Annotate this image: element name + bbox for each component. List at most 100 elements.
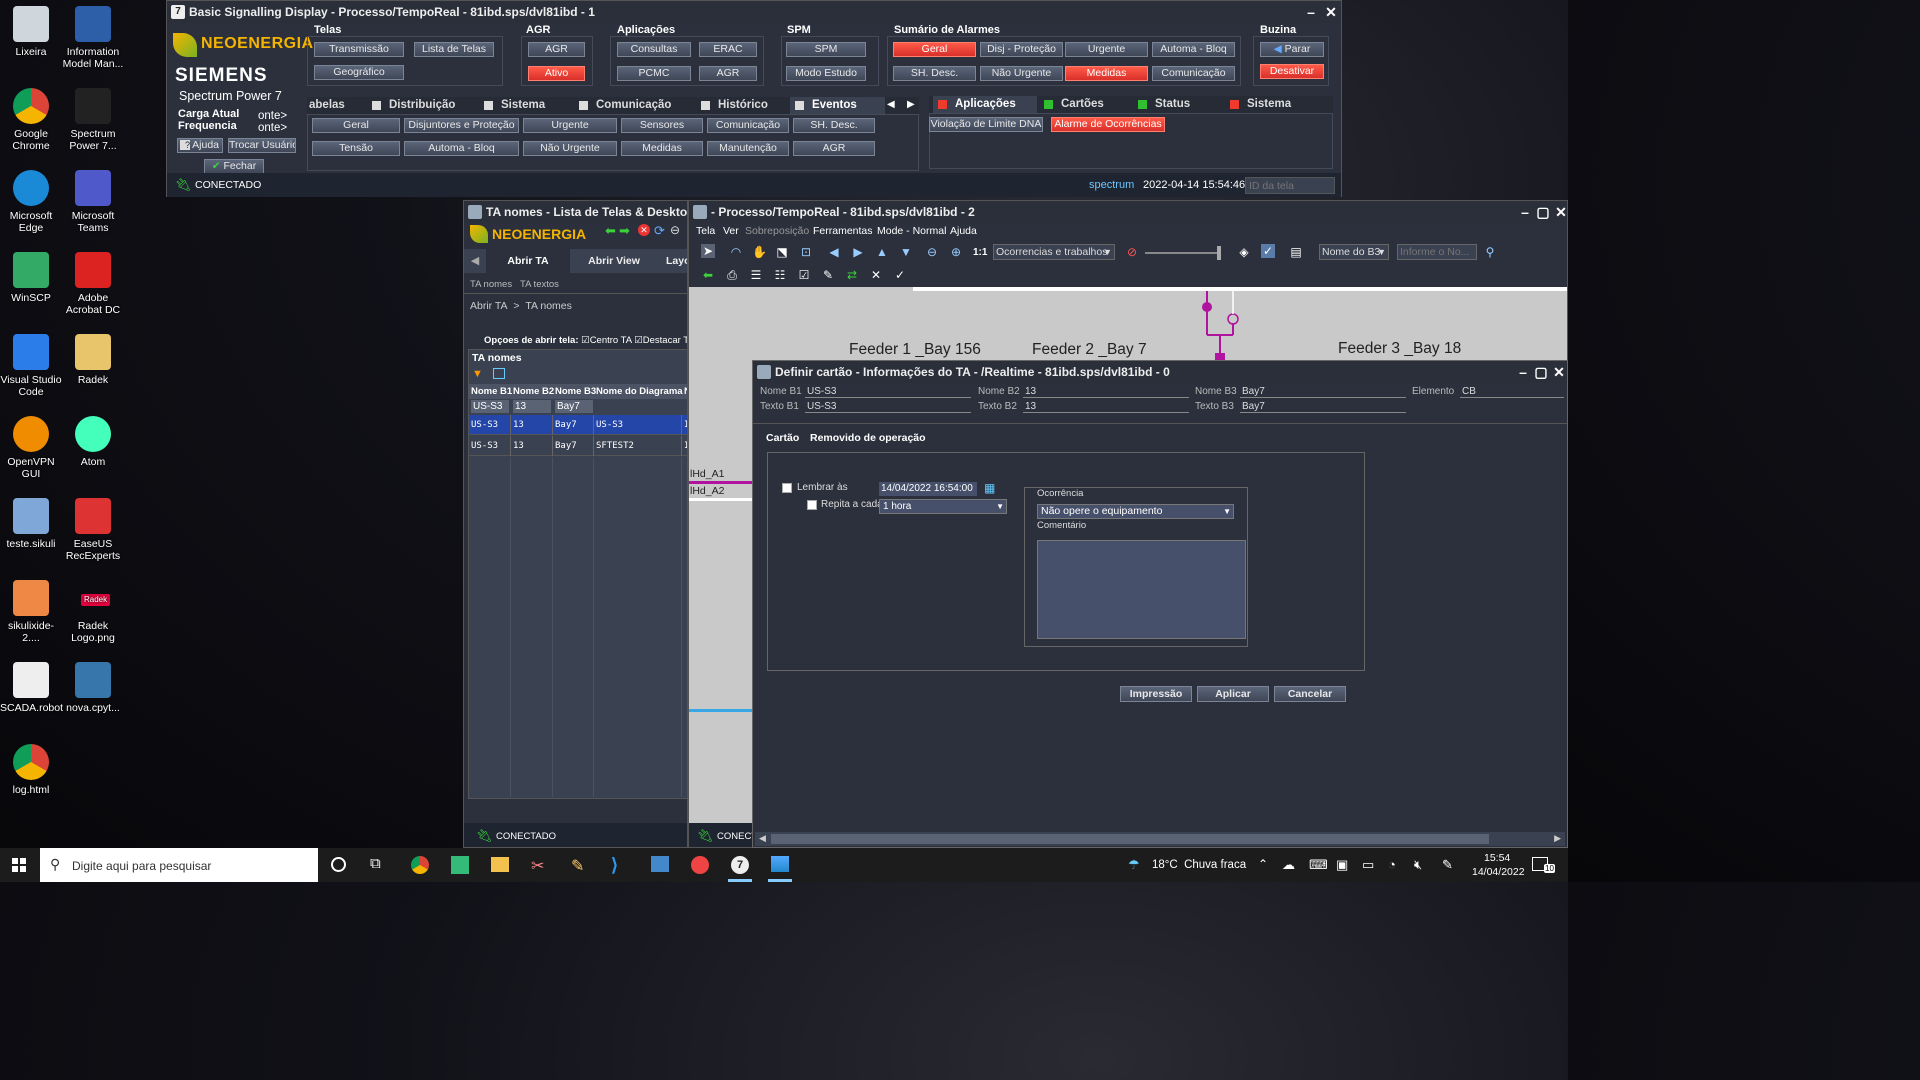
evt-medidas-button[interactable]: Medidas — [621, 141, 703, 156]
ajuda-button[interactable]: ? Ajuda — [177, 138, 223, 153]
alarm-comunicacao-button[interactable]: Comunicação — [1152, 66, 1235, 81]
aplicar-button[interactable]: Aplicar — [1197, 686, 1269, 702]
delete-x-icon[interactable]: ✕ — [869, 268, 883, 282]
telas-transmissao-button[interactable]: Transmissão — [314, 42, 404, 57]
tab-next-arrow[interactable]: ▶ — [907, 99, 915, 110]
zoom-window-icon[interactable]: ⊡ — [799, 245, 813, 259]
tab-eventos[interactable]: Eventos — [790, 97, 885, 114]
tab-cartoes[interactable]: Cartões — [1039, 96, 1133, 113]
lasso-icon[interactable]: ◠ — [729, 245, 743, 259]
close-button[interactable]: ✕ — [1321, 1, 1341, 23]
tray-chevron-icon[interactable]: ⌃ — [1258, 857, 1268, 871]
violacao-limite-button[interactable]: Violação de Limite DNA — [929, 117, 1043, 132]
taskbar-search-box[interactable]: ⚲ Digite aqui para pesquisar — [40, 848, 318, 882]
nav-up-icon[interactable]: ▲ — [875, 245, 889, 259]
comentario-textarea[interactable] — [1037, 540, 1246, 639]
alarm-automa-button[interactable]: Automa - Bloq — [1152, 42, 1235, 57]
line-label-a2[interactable]: lHd_A2 — [690, 485, 724, 497]
tab-layout[interactable]: Layo — [658, 249, 687, 273]
informe-nome-input[interactable] — [1397, 244, 1477, 260]
taskbar-spectrum-icon[interactable]: 7 — [731, 856, 749, 874]
document-icon[interactable]: ▤ — [1289, 245, 1303, 259]
scroll-thumb[interactable] — [771, 834, 1489, 844]
dialog-titlebar[interactable]: Definir cartão - Informações do TA - /Re… — [753, 361, 1567, 383]
filter-b1-input[interactable]: US-S3 — [471, 400, 509, 413]
filter-b2-input[interactable]: 13 — [513, 400, 551, 413]
pen-icon[interactable]: ✎ — [1442, 857, 1453, 873]
forward-arrow-icon[interactable]: ➡ — [619, 223, 630, 239]
nav-left-icon[interactable]: ◀ — [827, 245, 841, 259]
desktop-shortcut[interactable]: Spectrum Power 7... — [62, 88, 124, 152]
desktop-shortcut[interactable]: Radek Radek Logo.png — [62, 580, 124, 644]
weather-icon[interactable]: ☂ — [1128, 857, 1140, 873]
filter-icon[interactable]: ▼ — [472, 368, 483, 380]
tab-distribuicao[interactable]: Distribuição — [367, 97, 475, 114]
desktop-shortcut[interactable]: nova.cpyt... — [62, 662, 124, 714]
ta-titlebar[interactable]: TA nomes - Lista de Telas & Desktop layo — [464, 201, 687, 223]
cancelar-button[interactable]: Cancelar — [1274, 686, 1346, 702]
evt-manutencao-button[interactable]: Manutenção — [707, 141, 789, 156]
task-view-icon[interactable]: ⧉ — [370, 855, 381, 872]
alarm-shdesc-button[interactable]: SH. Desc. — [893, 66, 976, 81]
zoom-level[interactable]: 1:1 — [973, 247, 987, 258]
desktop-shortcut[interactable]: log.html — [0, 744, 62, 796]
buzina-parar-button[interactable]: ◀ Parar — [1260, 42, 1324, 57]
repita-checkbox[interactable] — [807, 500, 817, 510]
desktop-shortcut[interactable]: sikulixide-2.... — [0, 580, 62, 644]
nav-down-icon[interactable]: ▼ — [899, 245, 913, 259]
slider-thumb[interactable] — [1217, 246, 1221, 260]
fechar-button[interactable]: ✔ Fechar — [204, 159, 264, 174]
search-go-icon[interactable]: ⚲ — [1483, 245, 1497, 259]
destacar-checkbox[interactable]: ☑Destacar T — [634, 335, 687, 346]
checkbox-icon[interactable]: ☑ — [797, 268, 811, 282]
zoom-area-icon[interactable]: ⬔ — [775, 245, 789, 259]
close-button[interactable]: ✕ — [1551, 201, 1567, 223]
trocar-usuario-button[interactable]: Trocar Usuário — [228, 138, 296, 153]
layer-select[interactable]: Ocorrencias e trabalhos ▼ — [993, 244, 1115, 260]
weather-text[interactable]: 18°C Chuva fraca — [1152, 859, 1246, 871]
menu-ver[interactable]: Ver — [723, 225, 739, 237]
stop-icon[interactable]: ✕ — [638, 224, 650, 236]
centro-ta-checkbox[interactable]: ☑Centro TA — [581, 335, 631, 346]
clock-date[interactable]: 14/04/2022 — [1472, 866, 1525, 878]
menu-tela[interactable]: Tela — [696, 225, 715, 237]
select-pointer-icon[interactable]: ➤ — [701, 244, 715, 258]
volume-icon[interactable]: 🔇︎ — [1414, 857, 1422, 873]
back-arrow-icon[interactable]: ⬅ — [701, 268, 715, 282]
zoom-in-icon[interactable]: ⊕ — [949, 245, 963, 259]
minimize-button[interactable]: – — [1513, 361, 1533, 383]
lembrar-datetime-input[interactable]: 14/04/2022 16:54:00 — [879, 482, 977, 496]
tab-tabelas[interactable]: abelas — [307, 97, 367, 114]
erac-button[interactable]: ERAC — [699, 42, 757, 57]
swap-icon[interactable]: ⇄ — [845, 268, 859, 282]
menu-mode[interactable]: Mode - Normal — [877, 225, 946, 237]
desktop-shortcut[interactable]: teste.sikuli — [0, 498, 62, 550]
impressao-button[interactable]: Impressão — [1120, 686, 1192, 702]
horizontal-scrollbar[interactable]: ◀ ▶ — [755, 832, 1565, 846]
zoom-out-icon[interactable]: ⊖ — [670, 223, 680, 237]
subtab-ta-textos[interactable]: TA textos — [520, 279, 559, 290]
list-forward-icon[interactable]: ☰ — [749, 268, 763, 282]
evt-nao-urgente-button[interactable]: Não Urgente — [523, 141, 617, 156]
telas-lista-button[interactable]: Lista de Telas — [414, 42, 494, 57]
alarm-urgente-button[interactable]: Urgente — [1065, 42, 1148, 57]
taskbar-photos-icon[interactable] — [771, 856, 789, 872]
tab-aplicacoes[interactable]: Aplicações — [933, 96, 1037, 113]
proc-titlebar[interactable]: - Processo/TempoReal - 81ibd.sps/dvl81ib… — [689, 201, 1567, 223]
desktop-shortcut[interactable]: Microsoft Edge — [0, 170, 62, 234]
calendar-icon[interactable]: ▦ — [984, 481, 995, 495]
feeder-3-label[interactable]: Feeder 3 _Bay 18 — [1338, 340, 1461, 358]
desktop-shortcut[interactable]: SCADA.robot — [0, 662, 63, 714]
minimize-button[interactable]: – — [1515, 201, 1535, 223]
bsd-titlebar[interactable]: 7 Basic Signalling Display - Processo/Te… — [167, 1, 1341, 23]
cortana-icon[interactable] — [331, 857, 346, 872]
desktop-shortcut[interactable]: Lixeira — [0, 6, 62, 58]
filter-b3-input[interactable]: Bay7 — [555, 400, 593, 413]
desktop-shortcut[interactable]: EaseUS RecExperts — [62, 498, 124, 562]
apl-agr-button[interactable]: AGR — [699, 66, 757, 81]
tab-historico[interactable]: Histórico — [696, 97, 788, 114]
evt-comunicacao-button[interactable]: Comunicação — [707, 118, 789, 133]
consultas-button[interactable]: Consultas — [617, 42, 691, 57]
ocorrencia-select[interactable]: Não opere o equipamento ▼ — [1037, 504, 1234, 519]
menu-ferramentas[interactable]: Ferramentas — [813, 225, 873, 237]
